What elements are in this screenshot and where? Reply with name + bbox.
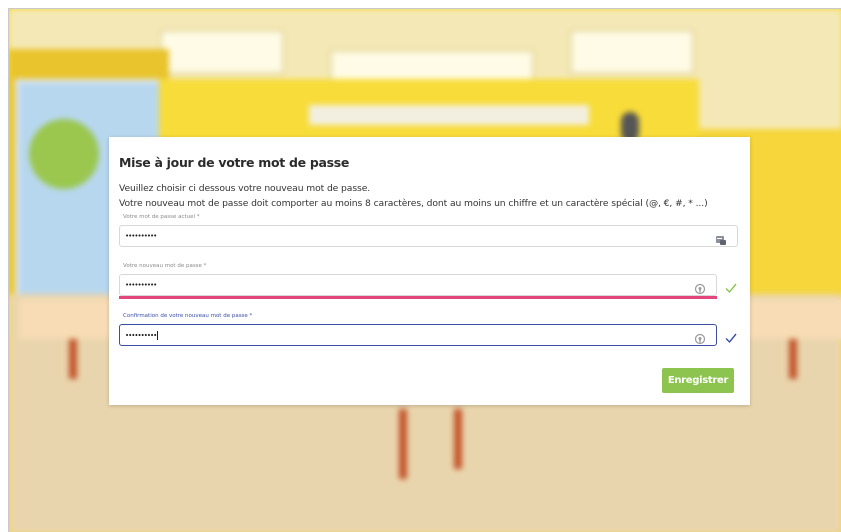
new-password-label: Votre nouveau mot de passe *: [123, 263, 207, 269]
new-password-value: ••••••••••: [125, 281, 157, 289]
current-password-field[interactable]: Votre mot de passe actuel * ••••••••••: [119, 214, 738, 247]
ceiling-light: [159, 29, 285, 75]
chair-leg: [399, 409, 407, 479]
table-leg: [69, 339, 77, 379]
text-caret: [157, 331, 159, 340]
confirm-password-field[interactable]: Confirmation de votre nouveau mot de pas…: [119, 313, 717, 346]
page-title: Mise à jour de votre mot de passe: [119, 155, 350, 170]
current-password-label: Votre mot de passe actuel *: [123, 214, 200, 220]
password-rules-text: Votre nouveau mot de passe doit comporte…: [119, 198, 708, 209]
current-password-input[interactable]: ••••••••••: [119, 225, 738, 247]
chair-leg: [454, 409, 462, 469]
save-button[interactable]: Enregistrer: [662, 368, 734, 393]
table-leg: [789, 339, 797, 379]
ceiling-light: [569, 29, 695, 75]
new-password-input[interactable]: ••••••••••: [119, 274, 717, 296]
confirm-password-label: Confirmation de votre nouveau mot de pas…: [123, 313, 253, 319]
reveal-password-icon[interactable]: [694, 280, 706, 295]
intro-text: Veuillez choisir ci dessous votre nouvea…: [119, 183, 371, 194]
checkmark-icon: [725, 329, 737, 344]
tree: [29, 119, 99, 189]
password-manager-icon[interactable]: [715, 231, 727, 245]
new-password-underline: [119, 296, 717, 299]
confirm-password-input[interactable]: ••••••••••: [119, 324, 717, 346]
checkmark-icon: [725, 279, 737, 294]
current-password-value: ••••••••••: [125, 232, 157, 240]
confirm-password-value: ••••••••••: [125, 331, 159, 340]
new-password-field[interactable]: Votre nouveau mot de passe * ••••••••••: [119, 263, 717, 299]
alphabet-strip: [309, 105, 589, 125]
reveal-password-icon[interactable]: [694, 330, 706, 345]
password-update-card: Mise à jour de votre mot de passe Veuill…: [109, 137, 750, 405]
